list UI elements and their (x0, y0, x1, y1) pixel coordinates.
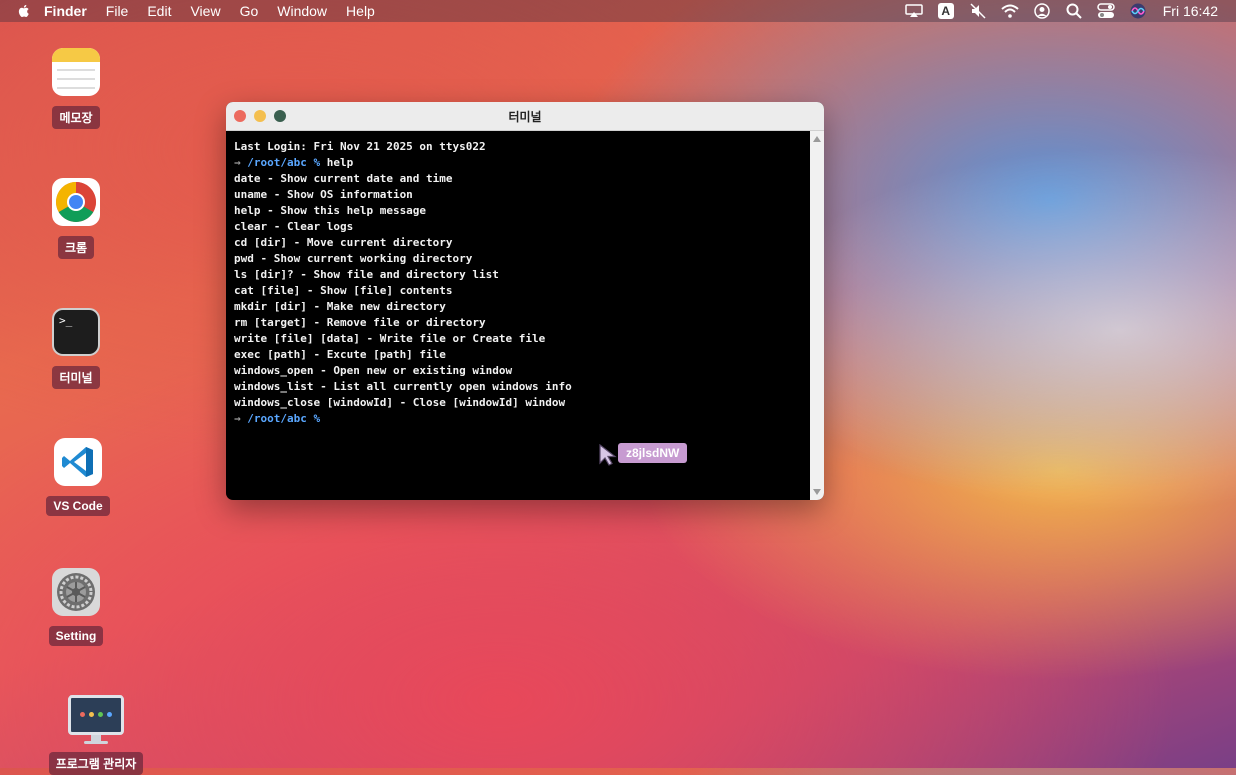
desktop-icon-terminal[interactable]: >_ 터미널 (26, 308, 126, 389)
desktop-icon-label: 터미널 (52, 366, 100, 389)
menu-view[interactable]: View (190, 3, 220, 19)
menu-help[interactable]: Help (346, 3, 375, 19)
menu-bar: Finder File Edit View Go Window Help A F… (0, 0, 1236, 22)
desktop-icon-label: 크롬 (57, 236, 95, 259)
prompt-arrow-icon: → (234, 412, 241, 425)
prompt-path: /root/abc % (247, 412, 321, 425)
output-line: rm [target] - Remove file or directory (234, 316, 486, 329)
cursor-tag: z8jlsdNW (618, 443, 688, 463)
terminal-window[interactable]: 터미널 Last Login: Fri Nov 21 2025 on ttys0… (226, 102, 824, 500)
close-button[interactable] (234, 110, 246, 122)
program-manager-icon (67, 692, 125, 746)
output-line: ls [dir]? - Show file and directory list (234, 268, 499, 281)
vscode-icon (54, 438, 102, 486)
prompt-path: /root/abc % (247, 156, 321, 169)
output-line: exec [path] - Excute [path] file (234, 348, 446, 361)
command-text: help (326, 156, 354, 169)
output-line: write [file] [data] - Write file or Crea… (234, 332, 546, 345)
desktop-icon-program-manager[interactable]: 프로그램 관리자 (46, 692, 146, 775)
desktop-icon-vscode[interactable]: VS Code (28, 438, 128, 516)
control-center-icon[interactable] (1097, 3, 1115, 19)
command-line: → /root/abc % help (234, 155, 810, 171)
terminal-icon: >_ (52, 308, 100, 356)
menu-clock[interactable]: Fri 16:42 (1163, 3, 1218, 19)
scroll-down-icon[interactable] (813, 489, 821, 495)
output-line: windows_open - Open new or existing wind… (234, 364, 513, 377)
output-line: windows_list - List all currently open w… (234, 380, 572, 393)
terminal-scrollbar[interactable] (810, 131, 824, 500)
siri-icon[interactable] (1129, 3, 1147, 19)
desktop-icon-label: VS Code (46, 496, 110, 516)
input-letter: A (937, 3, 954, 19)
menu-file[interactable]: File (106, 3, 129, 19)
menu-app-finder[interactable]: Finder (44, 3, 87, 19)
output-line: clear - Clear logs (234, 220, 354, 233)
scroll-up-icon[interactable] (813, 136, 821, 142)
minimize-button[interactable] (254, 110, 266, 122)
chrome-icon (52, 178, 100, 226)
menu-edit[interactable]: Edit (147, 3, 171, 19)
menu-window[interactable]: Window (277, 3, 327, 19)
desktop-icon-chrome[interactable]: 크롬 (26, 178, 126, 259)
output-line: mkdir [dir] - Make new directory (234, 300, 446, 313)
output-line: cd [dir] - Move current directory (234, 236, 453, 249)
settings-icon (52, 568, 100, 616)
menu-go[interactable]: Go (240, 3, 259, 19)
input-a-icon[interactable]: A (937, 3, 955, 19)
output-line: help - Show this help message (234, 204, 427, 217)
wifi-icon[interactable] (1001, 3, 1019, 19)
user-icon[interactable] (1033, 3, 1051, 19)
desktop-icon-label: Setting (48, 626, 104, 646)
prompt-arrow-icon: → (234, 156, 241, 169)
output-line: pwd - Show current working directory (234, 252, 473, 265)
mouse-cursor-icon (599, 444, 617, 466)
terminal-titlebar[interactable]: 터미널 (226, 102, 824, 131)
output-line: cat [file] - Show [file] contents (234, 284, 453, 297)
last-login-line: Last Login: Fri Nov 21 2025 on ttys022 (234, 140, 486, 153)
maximize-button[interactable] (274, 110, 286, 122)
terminal-title: 터미널 (508, 109, 542, 124)
notes-icon (52, 48, 100, 96)
desktop-icon-setting[interactable]: Setting (26, 568, 126, 646)
active-prompt-line[interactable]: → /root/abc % (234, 411, 810, 427)
output-line: uname - Show OS information (234, 188, 413, 201)
desktop-icon-notes[interactable]: 메모장 (26, 48, 126, 129)
airplay-icon[interactable] (905, 3, 923, 19)
desktop-icon-label: 메모장 (52, 106, 100, 129)
search-icon[interactable] (1065, 3, 1083, 19)
output-line: date - Show current date and time (234, 172, 453, 185)
desktop-icon-label: 프로그램 관리자 (48, 752, 144, 775)
terminal-output[interactable]: Last Login: Fri Nov 21 2025 on ttys022 → … (226, 131, 810, 500)
mute-icon[interactable] (969, 3, 987, 19)
output-line: windows_close [windowId] - Close [window… (234, 396, 566, 409)
apple-icon[interactable] (16, 3, 32, 19)
